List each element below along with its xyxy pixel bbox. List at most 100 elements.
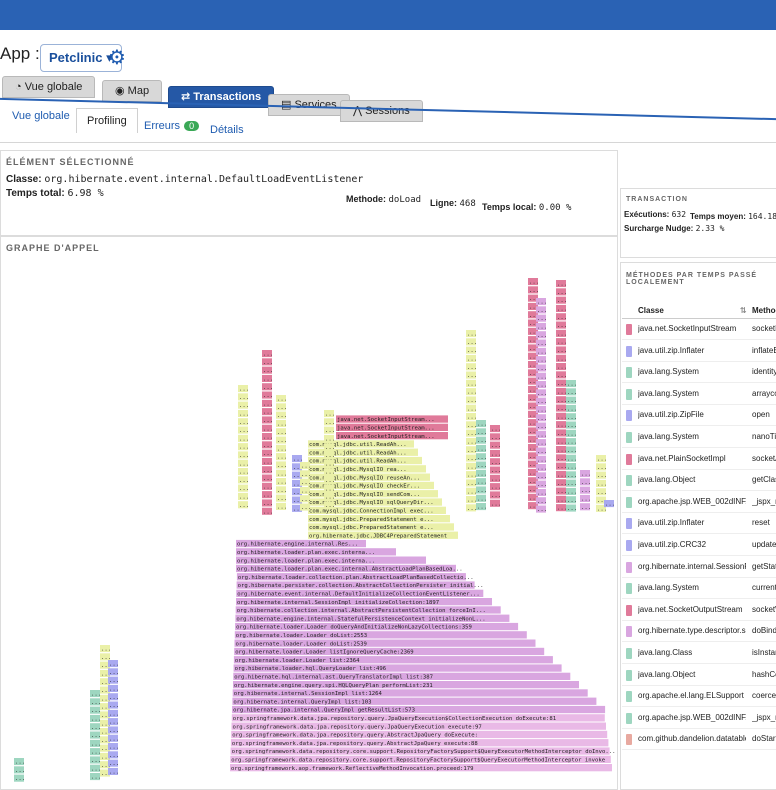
flame-frame-label: ... <box>239 428 249 434</box>
flame-frame-label: ... <box>537 482 547 488</box>
flame-frame-label: ... <box>301 497 311 503</box>
flame-frame-label: ... <box>109 711 119 717</box>
method-row[interactable]: java.lang.System nanoTim <box>622 428 776 448</box>
method-row[interactable]: java.lang.Class isInstan <box>622 644 776 664</box>
flame-frame-label: org.hibernate.loader.plan.exec.interna..… <box>237 558 375 564</box>
flame-frame-label: ... <box>263 385 273 391</box>
flame-frame-label: com.mysql.jdbc.PreparedStatement e... <box>309 525 434 531</box>
flame-frame-label: ... <box>557 340 567 346</box>
flame-frame-label: ... <box>557 497 567 503</box>
flame-frame-label: ... <box>91 741 101 747</box>
flame-frame-label: org.springframework.data.repository.core… <box>232 749 616 755</box>
flame-frame-label: ... <box>239 412 249 418</box>
flame-frame-label: ... <box>325 437 335 443</box>
flame-frame-label: ... <box>277 430 287 436</box>
method-row[interactable]: java.lang.System identityH <box>622 363 776 384</box>
subtab-vue-globale[interactable]: Vue globale <box>12 110 70 122</box>
selected-element-title: ÉLÉMENT SÉLECTIONNÉ <box>6 157 135 167</box>
subtab-erreurs[interactable]: Erreurs 0 <box>144 120 200 132</box>
flame-frame-label: ... <box>467 415 477 421</box>
selected-ligne: Ligne: 468 <box>430 198 476 209</box>
flame-frame-label: ... <box>109 736 119 742</box>
transaction-title: TRANSACTION <box>626 196 688 203</box>
flame-frame-label: org.springframework.data.jpa.repository.… <box>233 724 482 730</box>
flame-frame-label: ... <box>467 431 477 437</box>
flame-frame-label: ... <box>491 493 501 499</box>
flame-frame-label: ... <box>467 489 477 495</box>
method-row[interactable]: java.net.SocketInputStream socketR <box>622 320 776 340</box>
flame-frame-label: org.hibernate.loader.Loader doQueryAndIn… <box>236 625 472 631</box>
flame-frame-label: ... <box>537 333 547 339</box>
method-name: socketW <box>752 604 776 614</box>
method-name: doStartT <box>752 734 776 744</box>
flame-frame-label: ... <box>557 356 567 362</box>
subtab-profiling[interactable]: Profiling <box>76 108 138 133</box>
method-row[interactable]: java.lang.Object getClass <box>622 471 776 492</box>
flame-frame-label: ... <box>477 422 487 428</box>
flame-frame-label: ... <box>467 373 477 379</box>
flame-frame-label: ... <box>263 493 273 499</box>
flame-frame-label: ... <box>491 460 501 466</box>
method-row[interactable]: java.lang.Object hashCo <box>622 666 776 686</box>
flame-frame-label: ... <box>467 390 477 396</box>
method-row[interactable]: org.apache.jsp.WEB_002dINF.jsp.o... _jspx… <box>622 493 776 513</box>
method-row[interactable]: org.apache.el.lang.ELSupport coerceT <box>622 687 776 708</box>
flame-frame-label: org.hibernate.loader.hql.QueryLoader lis… <box>235 666 387 672</box>
flame-frame-label: ... <box>567 398 577 404</box>
method-class: java.util.zip.ZipFile <box>638 410 704 420</box>
globe-icon: ◉ <box>115 85 125 97</box>
flame-frame-label: ... <box>537 507 547 513</box>
flame-frame-label: ... <box>101 647 111 653</box>
tab-vue-globale[interactable]: ◔ Vue globale <box>2 76 96 98</box>
method-name: _jspx_m <box>752 496 776 506</box>
col-method[interactable]: Method <box>752 306 776 315</box>
tab-sessions[interactable]: ⋀ Sessions <box>340 100 423 122</box>
method-row[interactable]: java.util.zip.Inflater reset <box>622 514 776 535</box>
transfer-icon: ⇄ <box>181 91 191 103</box>
col-class[interactable]: Classe <box>638 306 664 315</box>
flame-frame-label: ... <box>109 703 119 709</box>
method-name: identityH <box>752 367 776 377</box>
flame-frame-label: ... <box>263 410 273 416</box>
flame-frame-label: ... <box>581 472 591 478</box>
flame-frame-label: org.hibernate.internal.QueryImpl list:10… <box>233 699 371 705</box>
gear-icon[interactable]: ⚙ <box>108 48 128 68</box>
subtab-details[interactable]: Détails <box>210 124 244 136</box>
color-swatch <box>626 345 632 357</box>
flame-frame-label: ... <box>109 662 119 668</box>
method-row[interactable]: java.lang.System arraycop <box>622 385 776 405</box>
call-graph-flame[interactable]: org.springframework.aop.framework.Reflec… <box>0 256 616 788</box>
flame-frame-label: ... <box>491 452 501 458</box>
flame-frame-label: ... <box>529 288 539 294</box>
method-row[interactable]: java.util.zip.CRC32 updateB <box>622 536 776 556</box>
flame-frame-label: ... <box>567 390 577 396</box>
transaction-surcharge: Surcharge Nudge: 2.33 % <box>624 224 725 233</box>
method-row[interactable]: java.util.zip.ZipFile open <box>622 406 776 427</box>
flame-frame-label: ... <box>567 481 577 487</box>
method-class: java.lang.System <box>638 432 699 441</box>
flame-frame-label: org.hibernate.internal.SessionImpl list:… <box>234 691 383 697</box>
method-row[interactable]: java.net.SocketOutputStream socketW <box>622 601 776 621</box>
flame-frame-label: ... <box>91 758 101 764</box>
color-swatch <box>626 518 632 530</box>
flame-frame-label: ... <box>537 416 547 422</box>
method-row[interactable]: java.util.zip.Inflater inflateB <box>622 342 776 362</box>
method-row[interactable]: com.github.dandelion.datatables.js... doS… <box>622 730 776 751</box>
tab-map[interactable]: ◉ Map <box>102 80 163 102</box>
flame-frame-label: ... <box>567 382 577 388</box>
method-row[interactable]: java.lang.System currentT <box>622 579 776 600</box>
flame-frame-label: ... <box>325 470 335 476</box>
method-row[interactable]: java.net.PlainSocketImpl socketA <box>622 450 776 470</box>
flame-frame-label: org.hibernate.persister.collection.Abstr… <box>238 583 484 589</box>
flame-frame-label: ... <box>467 332 477 338</box>
flame-frame-label: ... <box>277 405 287 411</box>
flame-frame-label: ... <box>109 745 119 751</box>
method-row[interactable]: org.apache.jsp.WEB_002dINF.jsp.o... _jspx… <box>622 709 776 729</box>
flame-frame-label: ... <box>557 381 567 387</box>
method-row[interactable]: org.hibernate.type.descriptor.sql.Int...… <box>622 622 776 643</box>
flame-frame-label: ... <box>477 505 487 511</box>
flame-frame-label: ... <box>557 481 567 487</box>
flame-frame-label: ... <box>263 468 273 474</box>
sort-icon[interactable]: ⇅ <box>740 306 747 315</box>
method-row[interactable]: org.hibernate.internal.SessionFacto... ge… <box>622 558 776 578</box>
